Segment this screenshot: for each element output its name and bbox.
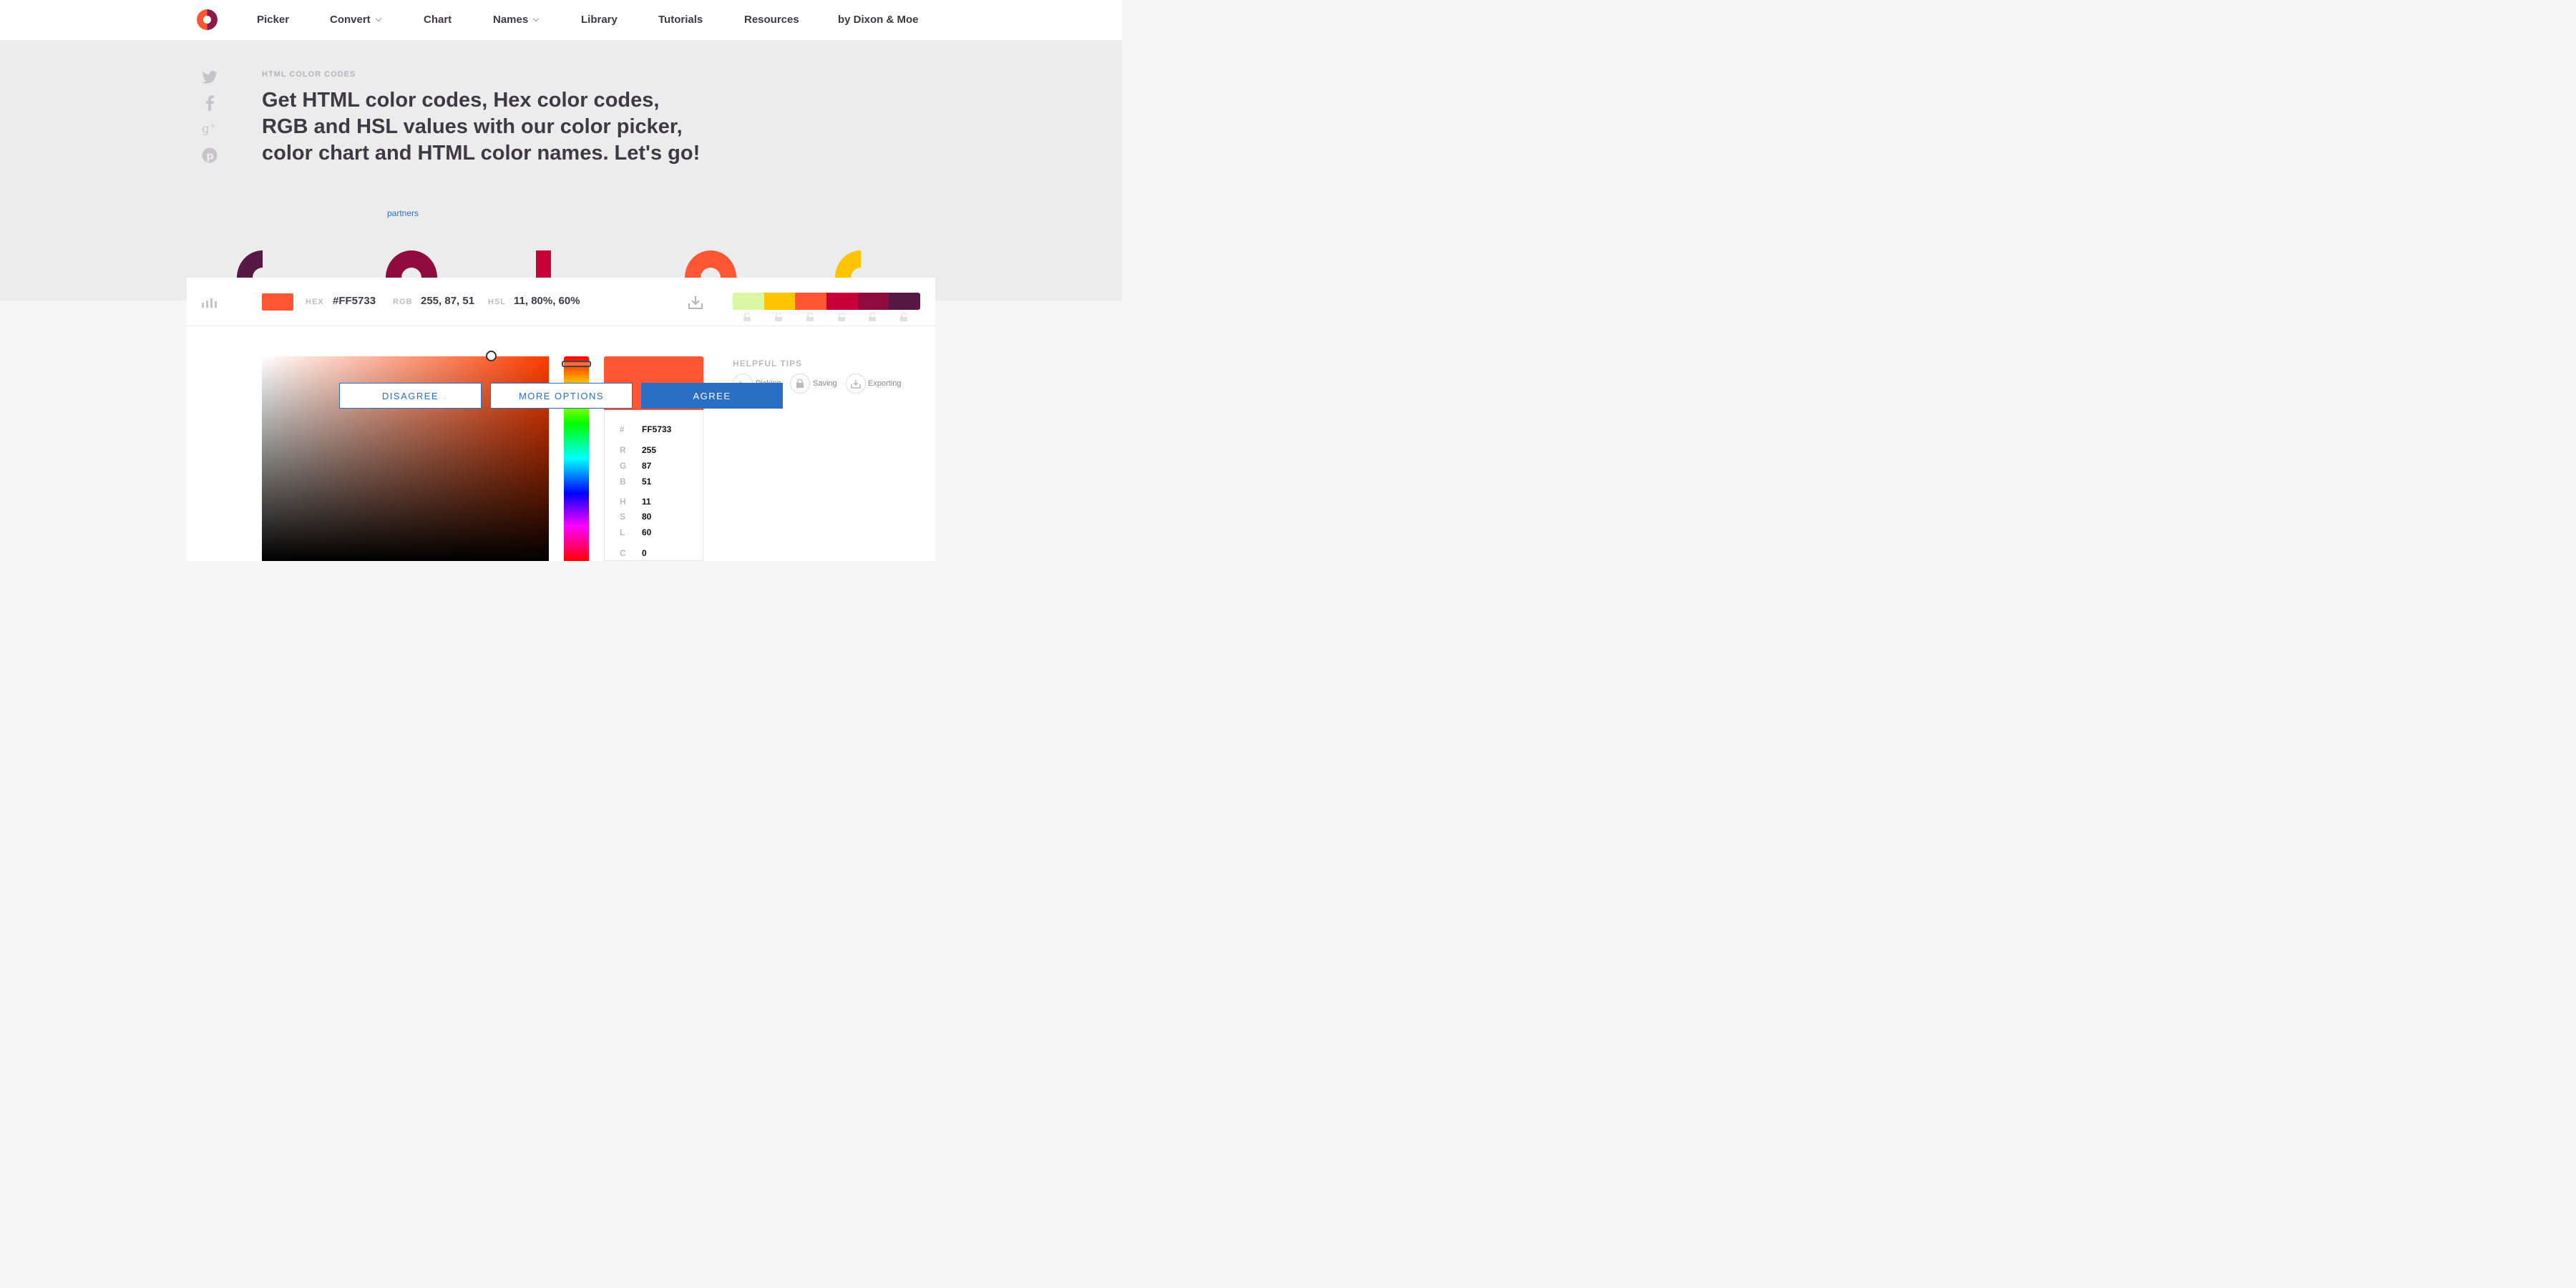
color-picker-handle[interactable] xyxy=(486,351,497,361)
palette-swatch[interactable] xyxy=(733,293,764,310)
nav-by-dixon-moe[interactable]: by Dixon & Moe xyxy=(838,14,919,26)
b-field[interactable]: 51 xyxy=(642,477,651,487)
nav-resources[interactable]: Resources xyxy=(744,14,799,26)
g-field-label: G xyxy=(620,461,627,471)
h-field-label: H xyxy=(620,497,626,507)
current-color-swatch xyxy=(262,293,293,311)
nav-convert-label: Convert xyxy=(330,14,371,26)
palette-swatch[interactable] xyxy=(826,293,858,310)
partners-link[interactable]: partners xyxy=(387,208,419,218)
chart-bars-icon[interactable] xyxy=(202,298,218,308)
l-field-label: L xyxy=(620,527,625,537)
nav-library[interactable]: Library xyxy=(581,14,618,26)
site-logo[interactable] xyxy=(197,9,218,30)
nav-tutorials[interactable]: Tutorials xyxy=(658,14,703,26)
r-field-label: R xyxy=(620,445,626,455)
svg-text:g: g xyxy=(202,122,210,136)
c-field-label: C xyxy=(620,548,626,558)
nav-convert[interactable]: Convert xyxy=(330,14,381,26)
unlock-icon[interactable] xyxy=(806,313,814,321)
agree-button[interactable]: AGREE xyxy=(641,383,783,409)
palette-swatch[interactable] xyxy=(857,293,889,310)
svg-text:p: p xyxy=(206,150,214,162)
svg-text:+: + xyxy=(210,122,215,130)
r-field[interactable]: 255 xyxy=(642,445,656,455)
unlock-icon[interactable] xyxy=(743,313,751,321)
color-palette xyxy=(733,293,920,310)
decorative-shape-quarter xyxy=(835,250,861,278)
tip-saving[interactable]: Saving xyxy=(813,379,837,388)
unlock-icon[interactable] xyxy=(837,313,846,321)
facebook-icon[interactable] xyxy=(202,95,218,111)
rgb-label: RGB xyxy=(393,298,413,306)
s-field[interactable]: 80 xyxy=(642,512,651,522)
google-plus-icon[interactable]: g + xyxy=(202,121,218,137)
l-field[interactable]: 60 xyxy=(642,527,651,537)
chevron-down-icon xyxy=(532,15,540,22)
rgb-value[interactable]: 255, 87, 51 xyxy=(421,295,474,307)
h-field[interactable]: 11 xyxy=(642,497,651,507)
c-field[interactable]: 0 xyxy=(642,548,647,558)
disagree-button[interactable]: DISAGREE xyxy=(339,383,482,409)
g-field[interactable]: 87 xyxy=(642,461,651,471)
hue-slider-handle[interactable] xyxy=(562,361,591,367)
hex-label: HEX xyxy=(306,298,324,306)
hero-headline: Get HTML color codes, Hex color codes, R… xyxy=(262,89,701,165)
unlock-icon[interactable] xyxy=(868,313,877,321)
hsl-label: HSL xyxy=(488,298,506,306)
tip-exporting[interactable]: Exporting xyxy=(868,379,901,388)
more-options-button[interactable]: MORE OPTIONS xyxy=(490,383,633,409)
helpful-tips-title: HELPFUL TIPS xyxy=(733,358,803,369)
hex-value[interactable]: #FF5733 xyxy=(333,295,376,307)
b-field-label: B xyxy=(620,477,626,487)
hero-eyebrow: HTML COLOR CODES xyxy=(262,70,356,79)
decorative-shape-ring xyxy=(386,250,437,278)
pinterest-icon[interactable]: p xyxy=(202,147,218,163)
nav-picker[interactable]: Picker xyxy=(257,14,289,26)
palette-swatch[interactable] xyxy=(763,293,796,310)
export-icon[interactable] xyxy=(846,374,866,394)
nav-chart[interactable]: Chart xyxy=(424,14,452,26)
nav-names[interactable]: Names xyxy=(493,14,540,26)
lock-icon[interactable] xyxy=(790,374,810,394)
decorative-shape-ring xyxy=(685,250,736,278)
palette-swatch[interactable] xyxy=(795,293,827,310)
download-icon[interactable] xyxy=(688,296,703,309)
hex-field[interactable]: FF5733 xyxy=(642,424,671,434)
palette-swatch[interactable] xyxy=(889,293,920,310)
top-nav: Picker Convert Chart Names Library Tutor… xyxy=(0,0,1122,40)
nav-names-label: Names xyxy=(493,14,529,26)
unlock-icon[interactable] xyxy=(774,313,783,321)
hex-field-label: # xyxy=(620,424,625,434)
unlock-icon[interactable] xyxy=(899,313,908,321)
chevron-down-icon xyxy=(375,15,381,22)
twitter-icon[interactable] xyxy=(202,69,218,85)
hero-section xyxy=(0,40,1122,301)
decorative-shape-quarter xyxy=(237,250,263,278)
s-field-label: S xyxy=(620,512,626,522)
decorative-shape-bar xyxy=(536,250,551,278)
hsl-value[interactable]: 11, 80%, 60% xyxy=(514,295,580,307)
